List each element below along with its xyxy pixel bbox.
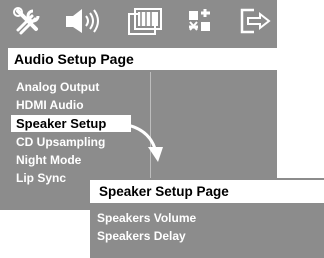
speaker-menu-list: Speakers Volume Speakers Delay [97,210,196,246]
speaker-setup-panel: Speaker Setup Page Speakers Volume Speak… [90,178,324,258]
menu-item-speakers-volume[interactable]: Speakers Volume [97,210,196,226]
menu-item-speakers-delay[interactable]: Speakers Delay [97,228,196,244]
subpage-title: Speaker Setup Page [99,184,229,199]
subpage-title-bar: Speaker Setup Page [90,180,324,203]
